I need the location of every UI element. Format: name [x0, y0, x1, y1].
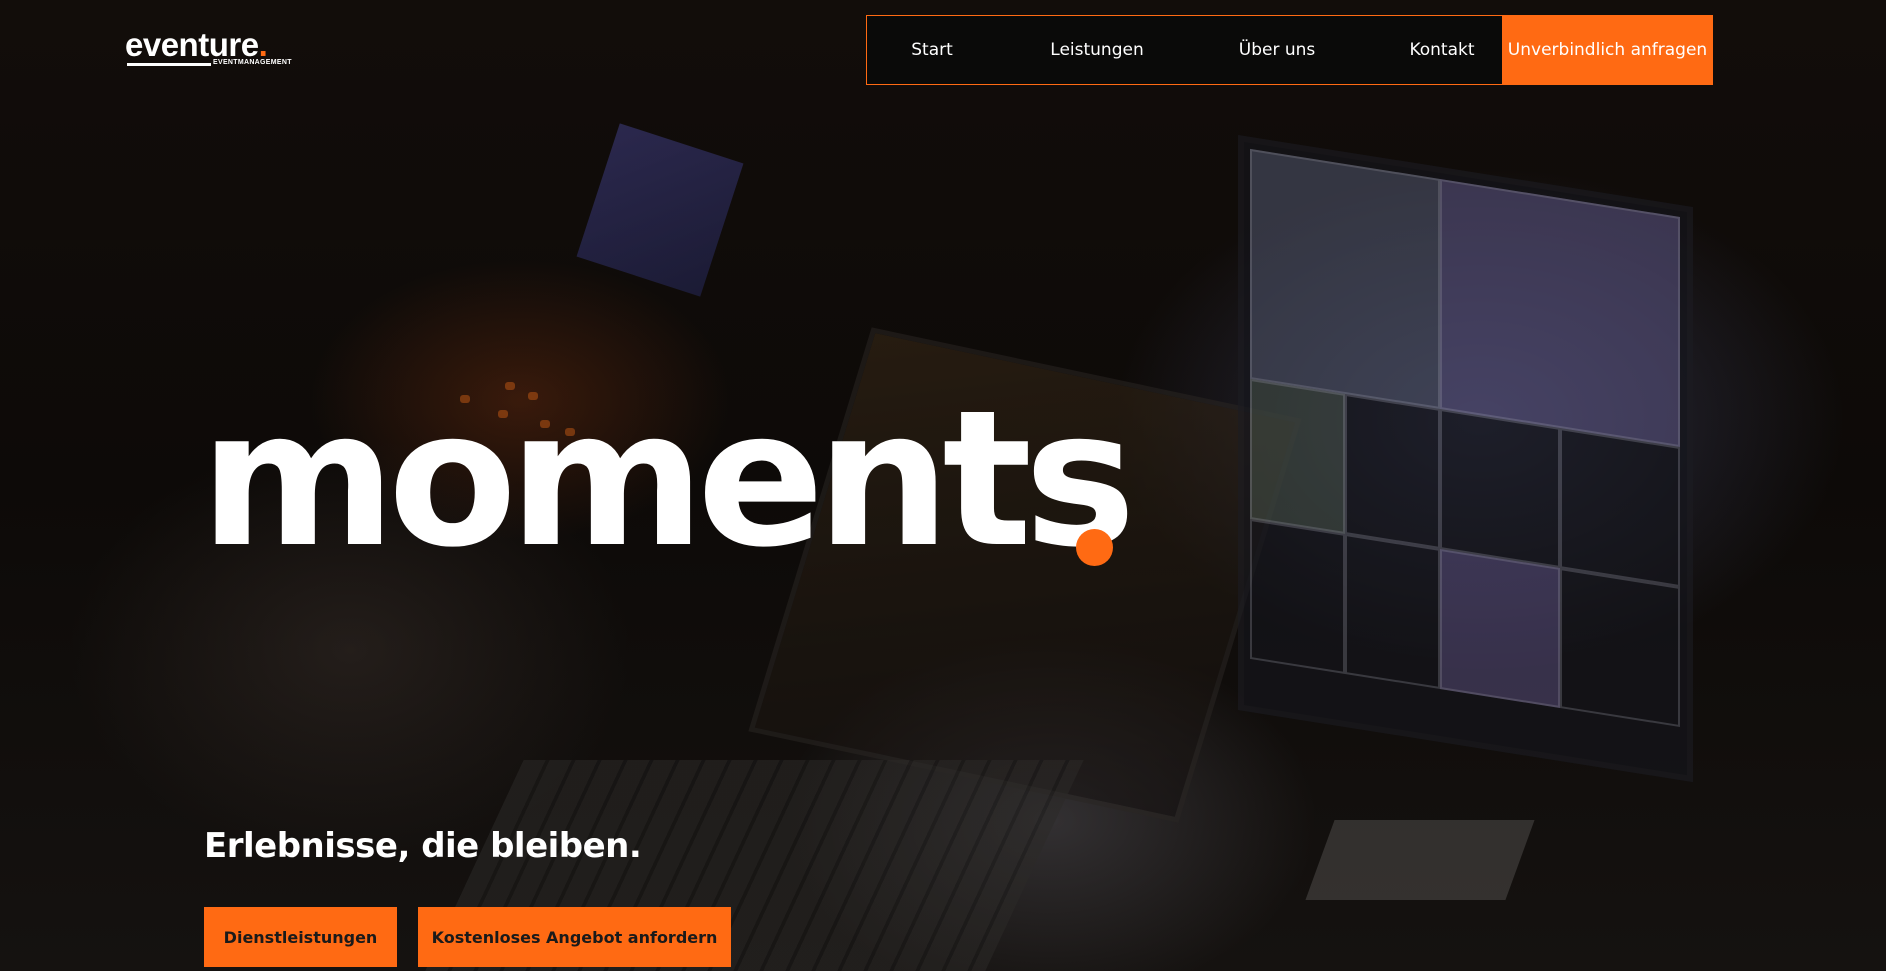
- monitor-preview: [1560, 567, 1680, 728]
- nav-item-leistungen[interactable]: Leistungen: [1037, 16, 1157, 84]
- hero-section: eventure. EVENTMANAGEMENT Start Leistung…: [0, 0, 1886, 971]
- logo-tagline: EVENTMANAGEMENT: [213, 59, 292, 66]
- hero-subheadline: Erlebnisse, die bleiben.: [204, 826, 642, 866]
- services-button[interactable]: Dienstleistungen: [204, 907, 397, 967]
- background-device: [1305, 820, 1535, 900]
- hero-headline: moments: [200, 370, 1136, 589]
- logo-wordmark: eventure.: [125, 26, 268, 63]
- background-monitor: [1238, 135, 1693, 783]
- monitor-preview: [1440, 178, 1680, 448]
- nav-item-kontakt[interactable]: Kontakt: [1392, 16, 1492, 84]
- background-tablet: [576, 123, 744, 297]
- main-navigation: Start Leistungen Über uns Kontakt Unverb…: [866, 15, 1713, 85]
- monitor-preview: [1250, 148, 1440, 409]
- nav-item-ueber-uns[interactable]: Über uns: [1217, 16, 1337, 84]
- logo-dot: .: [258, 26, 268, 63]
- headline-accent-dot: [1076, 529, 1113, 566]
- free-quote-button[interactable]: Kostenloses Angebot anfordern: [418, 907, 731, 967]
- monitor-preview: [1345, 533, 1440, 689]
- brand-logo[interactable]: eventure. EVENTMANAGEMENT: [125, 28, 295, 70]
- monitor-preview: [1560, 427, 1680, 588]
- monitor-preview: [1250, 378, 1345, 534]
- monitor-preview: [1440, 408, 1560, 568]
- logo-underline: [127, 63, 211, 66]
- nav-item-start[interactable]: Start: [887, 16, 977, 84]
- logo-name: eventure: [125, 26, 259, 63]
- monitor-preview: [1345, 393, 1440, 549]
- monitor-preview: [1250, 518, 1345, 674]
- monitor-preview: [1440, 548, 1560, 708]
- request-quote-button[interactable]: Unverbindlich anfragen: [1502, 15, 1713, 85]
